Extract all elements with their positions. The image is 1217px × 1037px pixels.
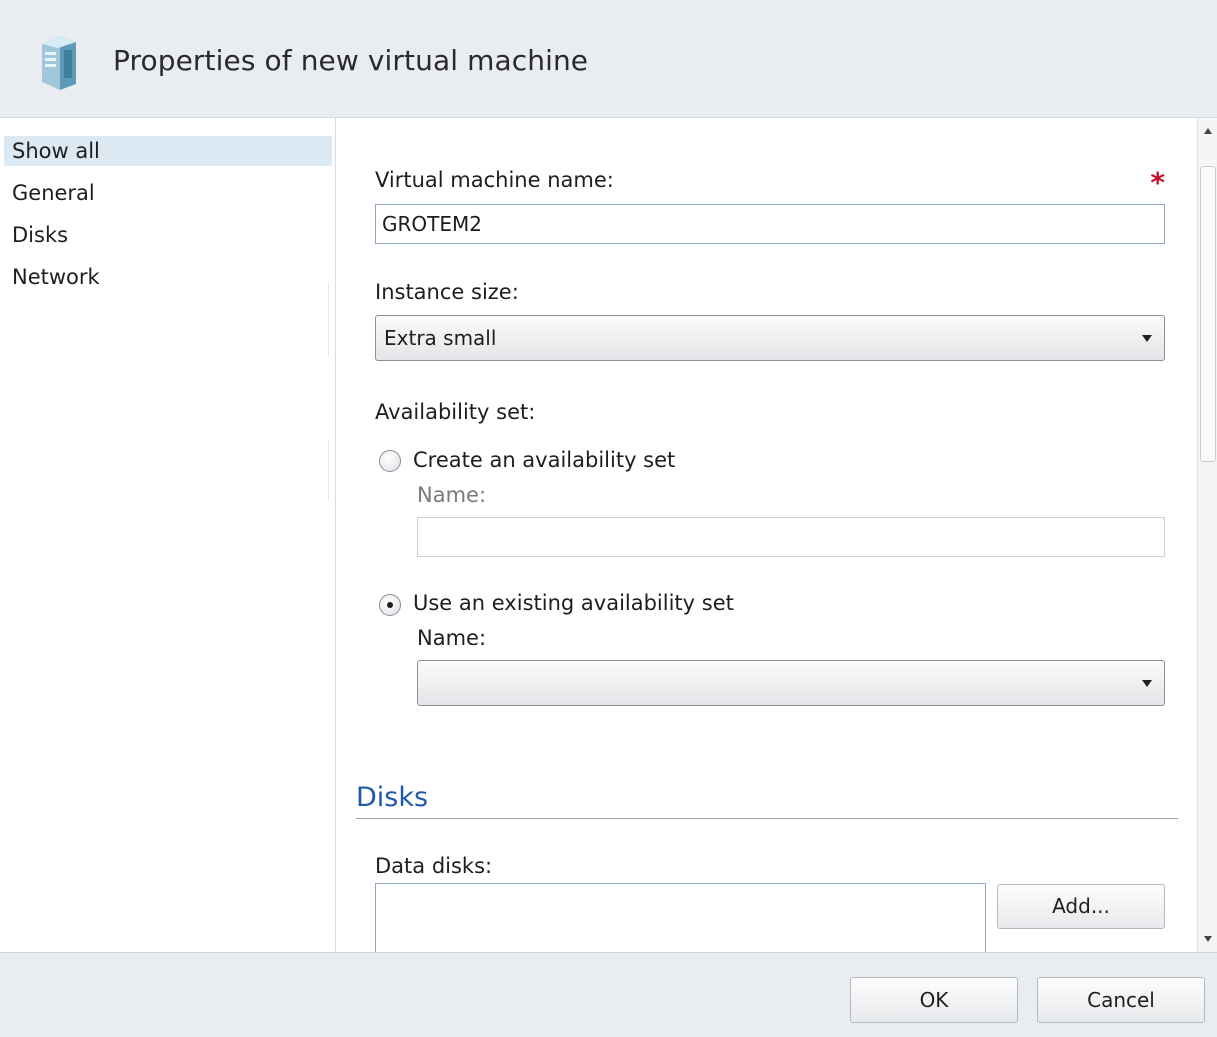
instance-size-dropdown[interactable]: Extra small — [375, 315, 1165, 361]
server-tower-icon — [42, 36, 76, 90]
ok-button[interactable]: OK — [850, 977, 1018, 1023]
sidebar-nav: Show all General Disks Network — [0, 118, 336, 952]
existing-name-label: Name: — [417, 626, 487, 650]
nav-divider — [328, 283, 329, 356]
chevron-down-icon — [1142, 680, 1152, 687]
create-name-input[interactable] — [417, 517, 1165, 557]
vm-name-label: Virtual machine name: — [375, 168, 614, 192]
scroll-down-icon[interactable] — [1204, 936, 1212, 942]
vm-name-input[interactable]: GROTEM2 — [375, 204, 1165, 244]
nav-divider — [328, 440, 329, 500]
nav-item-show-all[interactable]: Show all — [4, 136, 332, 166]
create-name-label: Name: — [417, 483, 487, 507]
vm-properties-dialog: Properties of new virtual machine Show a… — [0, 0, 1217, 1037]
scroll-thumb[interactable] — [1200, 166, 1216, 462]
data-disks-list[interactable] — [375, 883, 986, 952]
nav-item-general[interactable]: General — [4, 178, 332, 208]
nav-item-disks[interactable]: Disks — [4, 220, 332, 250]
instance-size-label: Instance size: — [375, 280, 519, 304]
disks-section-title: Disks — [356, 782, 429, 813]
data-disks-label: Data disks: — [375, 854, 493, 878]
scroll-up-icon[interactable] — [1204, 128, 1212, 134]
add-disk-button[interactable]: Add... — [997, 884, 1165, 929]
availability-set-label: Availability set: — [375, 400, 536, 424]
existing-availability-set-radio[interactable] — [379, 594, 401, 616]
instance-size-value: Extra small — [384, 326, 497, 350]
nav-item-network[interactable]: Network — [4, 262, 332, 292]
section-divider — [356, 818, 1178, 819]
cancel-button[interactable]: Cancel — [1037, 977, 1205, 1023]
existing-name-dropdown[interactable] — [417, 660, 1165, 706]
required-indicator: * — [1150, 166, 1165, 199]
dialog-header: Properties of new virtual machine — [0, 0, 1217, 118]
dialog-title: Properties of new virtual machine — [113, 44, 589, 77]
create-availability-set-radio[interactable] — [379, 450, 401, 472]
properties-content: Virtual machine name: * GROTEM2 Instance… — [337, 118, 1197, 952]
chevron-down-icon — [1142, 335, 1152, 342]
dialog-footer: OK Cancel — [0, 952, 1217, 1037]
radio-selected-dot — [387, 602, 393, 608]
create-availability-set-label[interactable]: Create an availability set — [413, 448, 675, 472]
existing-availability-set-label[interactable]: Use an existing availability set — [413, 591, 734, 615]
vertical-scrollbar[interactable] — [1197, 118, 1217, 952]
